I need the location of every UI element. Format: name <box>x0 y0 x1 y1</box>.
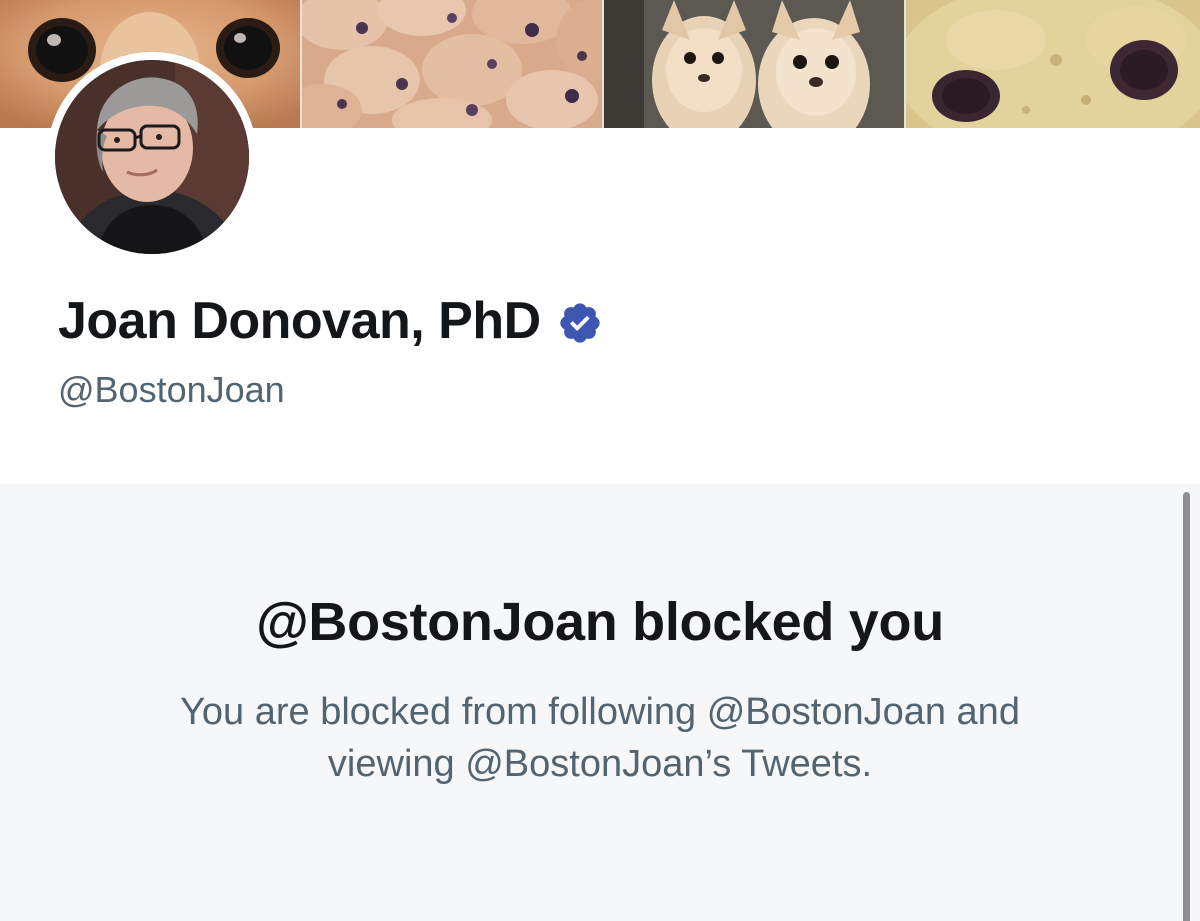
blocked-notice-panel: @BostonJoan blocked you You are blocked … <box>0 484 1200 921</box>
profile-display-name: Joan Donovan, PhD <box>58 292 541 350</box>
profile-handle: @BostonJoan <box>58 369 285 410</box>
blocked-description-line-1: You are blocked from following @BostonJo… <box>180 691 1020 733</box>
verified-badge-icon[interactable] <box>557 300 603 346</box>
blocked-description: You are blocked from following @BostonJo… <box>100 686 1100 790</box>
avatar-photo <box>55 60 249 254</box>
profile-page: Joan Donovan, PhD @BostonJoan @BostonJoa… <box>0 0 1200 921</box>
banner-photo-muffins <box>300 0 602 128</box>
profile-name-row: Joan Donovan, PhD <box>58 290 603 352</box>
profile-avatar[interactable] <box>47 52 257 262</box>
blocked-description-line-2: viewing @BostonJoan’s Tweets. <box>327 743 873 785</box>
blocked-title: @BostonJoan blocked you <box>256 592 944 652</box>
scrollbar[interactable] <box>1183 492 1190 921</box>
banner-photo-muffin-closeup <box>904 0 1200 128</box>
banner-photo-two-chihuahuas <box>602 0 904 128</box>
